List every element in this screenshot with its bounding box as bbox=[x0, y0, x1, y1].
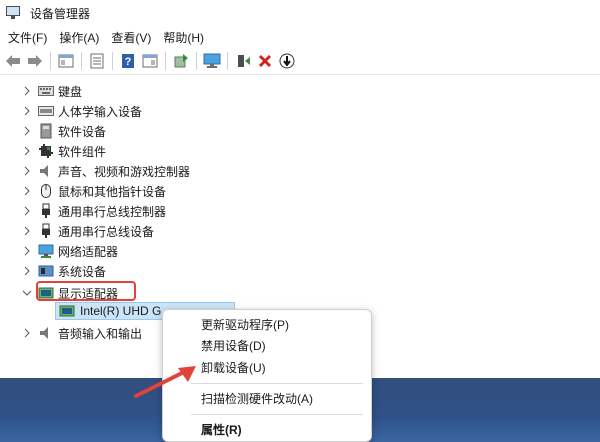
tree-pane-icon bbox=[58, 54, 74, 68]
chevron-right-icon[interactable] bbox=[22, 246, 32, 256]
tree-item-label: 键盘 bbox=[58, 84, 83, 99]
properties-icon bbox=[90, 53, 104, 69]
software-device-icon bbox=[38, 123, 54, 139]
mouse-icon bbox=[38, 183, 54, 199]
tree-item-label: 鼠标和其他指针设备 bbox=[58, 184, 167, 199]
disable-device-toolbar-button[interactable] bbox=[277, 51, 297, 71]
menu-view[interactable]: 查看(V) bbox=[107, 29, 159, 46]
toolbar-separator bbox=[112, 52, 113, 70]
chevron-right-icon[interactable] bbox=[22, 166, 32, 176]
monitor-scan-icon bbox=[203, 53, 221, 68]
system-icon bbox=[38, 263, 54, 279]
usb-icon bbox=[38, 223, 54, 239]
help-button[interactable]: ? bbox=[118, 51, 138, 71]
tree-item-keyboard[interactable]: 键盘 bbox=[22, 81, 82, 101]
tree-item-sound-video-game[interactable]: 声音、视频和游戏控制器 bbox=[22, 161, 190, 181]
tree-item-label: 通用串行总线控制器 bbox=[58, 204, 167, 219]
menu-separator bbox=[191, 383, 363, 384]
tree-item-label: 人体学输入设备 bbox=[58, 104, 143, 119]
toolbar-separator bbox=[165, 52, 166, 70]
keyboard-icon bbox=[38, 83, 54, 99]
tree-item-network-adapters[interactable]: 网络适配器 bbox=[22, 241, 118, 261]
red-x-icon bbox=[258, 54, 272, 68]
show-hide-tree-button[interactable] bbox=[56, 51, 76, 71]
tree-item-mouse[interactable]: 鼠标和其他指针设备 bbox=[22, 181, 166, 201]
display-adapter-icon bbox=[59, 304, 75, 321]
chevron-right-icon[interactable] bbox=[22, 126, 32, 136]
speaker-icon bbox=[38, 163, 54, 179]
chevron-right-icon[interactable] bbox=[22, 328, 32, 338]
chevron-right-icon[interactable] bbox=[22, 146, 32, 156]
tree-item-usb-controllers[interactable]: 通用串行总线控制器 bbox=[22, 201, 166, 221]
help-icon: ? bbox=[122, 54, 134, 68]
tree-item-label: 声音、视频和游戏控制器 bbox=[58, 164, 191, 179]
tree-item-hid[interactable]: 人体学输入设备 bbox=[22, 101, 142, 121]
menu-file[interactable]: 文件(F) bbox=[4, 29, 55, 46]
forward-button[interactable] bbox=[25, 51, 45, 71]
update-driver-toolbar-button[interactable] bbox=[171, 51, 191, 71]
back-arrow-icon bbox=[6, 55, 20, 67]
selected-device-label: Intel(R) UHD G bbox=[80, 304, 162, 318]
tree-item-system-devices[interactable]: 系统设备 bbox=[22, 261, 106, 281]
software-component-icon bbox=[38, 143, 54, 159]
menu-item-update-driver[interactable]: 更新驱动程序(P) bbox=[163, 314, 371, 334]
back-button[interactable] bbox=[3, 51, 23, 71]
menu-action[interactable]: 操作(A) bbox=[55, 29, 107, 46]
enable-device-toolbar-button[interactable] bbox=[233, 51, 253, 71]
tree-item-software-devices[interactable]: 软件设备 bbox=[22, 121, 106, 141]
chevron-right-icon[interactable] bbox=[22, 186, 32, 196]
download-arrow-icon bbox=[279, 53, 295, 69]
tree-item-usb-devices[interactable]: 通用串行总线设备 bbox=[22, 221, 154, 241]
toolbar-separator bbox=[50, 52, 51, 70]
toolbar-separator bbox=[81, 52, 82, 70]
title-bar: 设备管理器 bbox=[0, 0, 600, 26]
tree-item-label: 软件设备 bbox=[58, 124, 107, 139]
menu-bar: 文件(F) 操作(A) 查看(V) 帮助(H) bbox=[0, 26, 600, 48]
usb-icon bbox=[38, 203, 54, 219]
menu-item-disable-device[interactable]: 禁用设备(D) bbox=[163, 335, 371, 355]
toolbar-separator bbox=[196, 52, 197, 70]
update-driver-icon bbox=[174, 54, 188, 68]
tree-item-software-components[interactable]: 软件组件 bbox=[22, 141, 106, 161]
tree-item-audio-io[interactable]: 音频输入和输出 bbox=[22, 323, 142, 343]
chevron-right-icon[interactable] bbox=[22, 266, 32, 276]
window-title: 设备管理器 bbox=[30, 6, 91, 21]
pointer-arrow-icon bbox=[134, 366, 196, 398]
menu-item-properties[interactable]: 属性(R) bbox=[163, 419, 371, 439]
hid-icon bbox=[38, 103, 54, 119]
toolbar: ? bbox=[0, 48, 600, 75]
tree-item-label: 系统设备 bbox=[58, 264, 107, 279]
display-adapter-highlight bbox=[36, 281, 136, 301]
device-manager-icon bbox=[6, 6, 22, 20]
menu-separator bbox=[191, 414, 363, 415]
enable-device-icon bbox=[238, 55, 250, 67]
svg-text:?: ? bbox=[125, 56, 132, 68]
forward-arrow-icon bbox=[28, 55, 42, 67]
chevron-down-icon[interactable] bbox=[22, 288, 32, 298]
chevron-right-icon[interactable] bbox=[22, 226, 32, 236]
toolbar-separator bbox=[227, 52, 228, 70]
tree-item-label: 网络适配器 bbox=[58, 244, 119, 259]
audio-icon bbox=[38, 325, 54, 341]
uninstall-device-toolbar-button[interactable] bbox=[255, 51, 275, 71]
chevron-right-icon[interactable] bbox=[22, 106, 32, 116]
view-pane-icon bbox=[142, 54, 158, 68]
tree-item-label: 软件组件 bbox=[58, 144, 107, 159]
network-icon bbox=[38, 243, 54, 259]
view-toggle-button[interactable] bbox=[140, 51, 160, 71]
chevron-right-icon[interactable] bbox=[22, 86, 32, 96]
tree-item-label: 通用串行总线设备 bbox=[58, 224, 155, 239]
menu-help[interactable]: 帮助(H) bbox=[159, 29, 212, 46]
tree-item-label: 音频输入和输出 bbox=[58, 326, 143, 341]
properties-toolbar-button[interactable] bbox=[87, 51, 107, 71]
chevron-right-icon[interactable] bbox=[22, 206, 32, 216]
scan-hardware-toolbar-button[interactable] bbox=[202, 51, 222, 71]
